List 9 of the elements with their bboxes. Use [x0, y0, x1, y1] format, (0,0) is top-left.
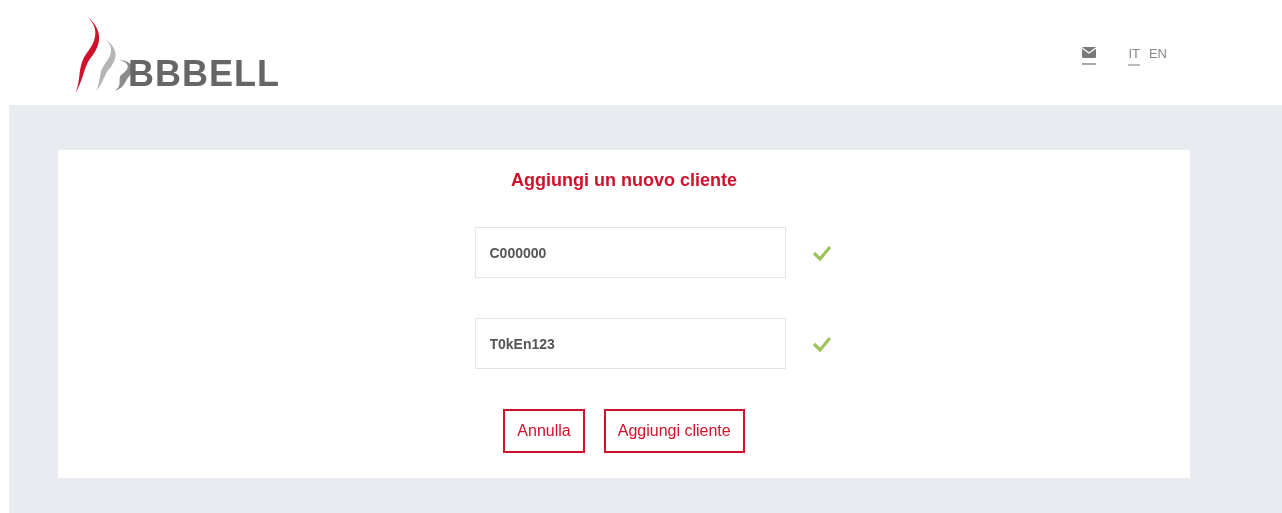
form-title: Aggiungi un nuovo cliente [511, 170, 737, 191]
add-client-button[interactable]: Aggiungi cliente [603, 409, 745, 453]
input-field[interactable]: C000000 [474, 227, 786, 278]
language-link[interactable]: IT [1128, 46, 1140, 66]
cancel-button[interactable]: Annulla [503, 409, 585, 453]
mail-icon[interactable] [1082, 47, 1097, 65]
language-link[interactable]: EN [1148, 46, 1167, 66]
input-field[interactable]: T0kEn123 [474, 318, 786, 369]
logo-text: BBBELL [128, 56, 280, 92]
